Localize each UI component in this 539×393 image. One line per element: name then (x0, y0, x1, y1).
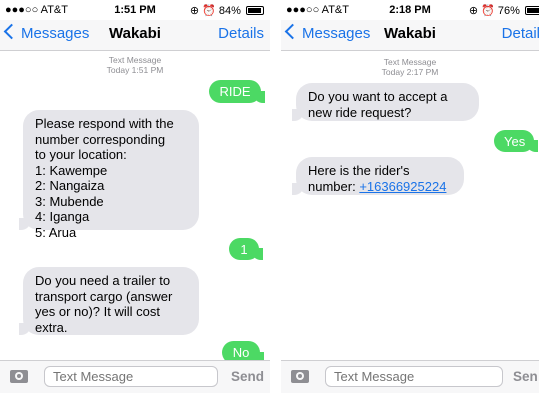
send-button[interactable]: Sen (513, 369, 538, 384)
compose-bar: Sen (281, 360, 539, 393)
outgoing-message[interactable]: 1 (229, 238, 263, 260)
send-button[interactable]: Send (231, 369, 264, 384)
camera-icon[interactable] (10, 370, 28, 383)
status-right: ⊕ ⏰ 84% (190, 4, 264, 17)
details-button[interactable]: Detail (502, 25, 539, 42)
battery-icon (525, 6, 539, 15)
message-input[interactable] (44, 366, 218, 387)
message-timestamp: Text Message Today 2:17 PM (381, 57, 439, 77)
lock-icon: ⊕ ⏰ (468, 5, 495, 17)
incoming-message[interactable]: Please respond with the number correspon… (19, 110, 199, 240)
battery-icon (246, 6, 264, 15)
phone-number-link[interactable]: +16366925224 (359, 179, 446, 194)
battery-percent: 76% (497, 5, 520, 17)
incoming-message[interactable]: Here is the rider's number: +16366925224 (292, 157, 464, 195)
compose-bar: Send (0, 360, 270, 393)
camera-icon[interactable] (291, 370, 309, 383)
details-button[interactable]: Details (218, 25, 264, 42)
battery-percent: 84% (218, 5, 241, 17)
status-bar: ●●●○○ AT&T 1:51 PM ⊕ ⏰ 84% (0, 0, 270, 20)
outgoing-message[interactable]: Yes (494, 130, 538, 152)
conversation-title: Wakabi (384, 25, 436, 42)
navigation-bar: Messages Wakabi Detail (281, 20, 539, 51)
message-input[interactable] (325, 366, 503, 387)
status-right: ⊕ ⏰ 76% (469, 4, 539, 17)
incoming-message[interactable]: Do you need a trailer to transport cargo… (19, 267, 199, 335)
navigation-bar: Messages Wakabi Details (0, 20, 270, 51)
incoming-message[interactable]: Do you want to accept a new ride request… (292, 83, 479, 121)
right-phone-screen: ●●●○○ AT&T 2:18 PM ⊕ ⏰ 76% Messages Waka… (281, 0, 539, 393)
lock-icon: ⊕ ⏰ (189, 5, 216, 17)
left-phone-screen: ●●●○○ AT&T 1:51 PM ⊕ ⏰ 84% Messages Waka… (0, 0, 270, 393)
outgoing-message[interactable]: RIDE (209, 80, 265, 103)
message-timestamp: Text Message Today 1:51 PM (106, 55, 164, 75)
status-bar: ●●●○○ AT&T 2:18 PM ⊕ ⏰ 76% (281, 0, 539, 20)
